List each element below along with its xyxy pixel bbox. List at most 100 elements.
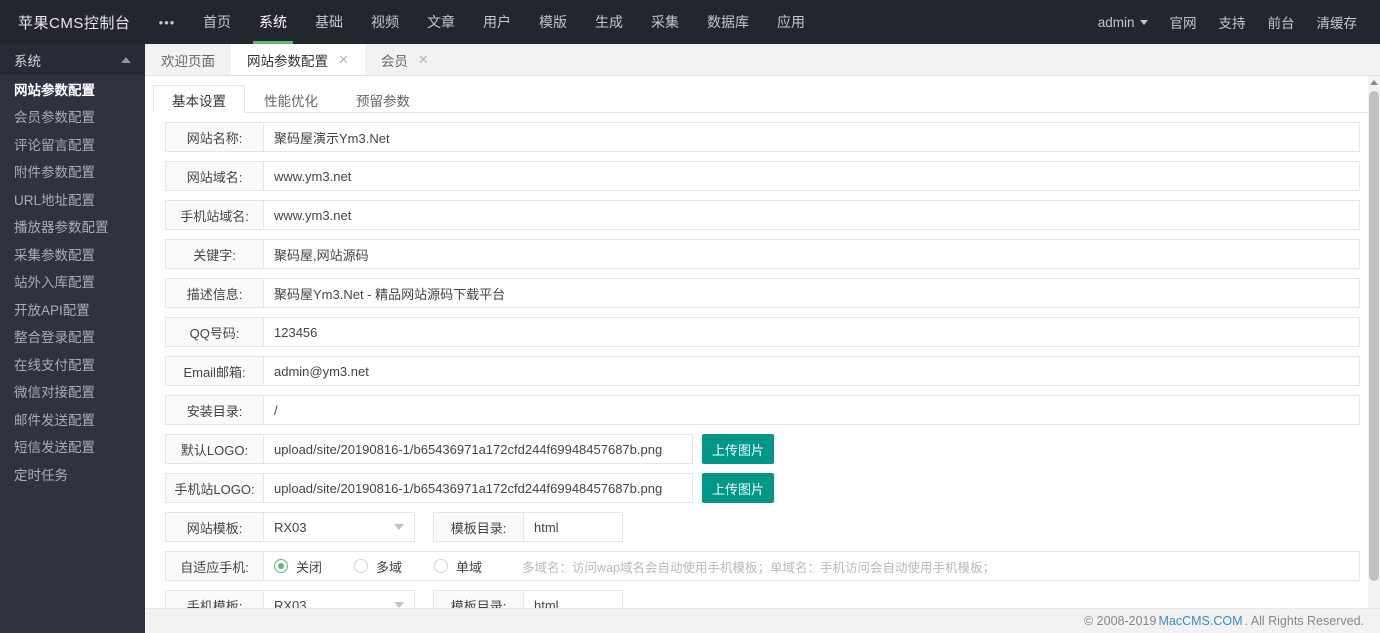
nav-item-database[interactable]: 数据库 (693, 0, 763, 44)
radio-adaptive-off[interactable]: 关闭 (274, 557, 322, 576)
form-row-mobile-domain: 手机站域名: www.ym3.net (165, 200, 1360, 230)
sidebar-item-integrated-login[interactable]: 整合登录配置 (0, 323, 145, 351)
input-install-dir[interactable]: / (263, 395, 1360, 425)
tab-member-label: 会员 (380, 53, 408, 69)
nav-item-collect[interactable]: 采集 (637, 0, 693, 44)
nav-official-site[interactable]: 官网 (1159, 0, 1208, 44)
nav-frontend[interactable]: 前台 (1257, 0, 1306, 44)
footer-copyright-prefix: © 2008-2019 (1084, 614, 1157, 628)
nav-item-generate[interactable]: 生成 (581, 0, 637, 44)
admin-console-page: 苹果CMS控制台 ••• 首页 系统 基础 视频 文章 用户 模版 生成 采集 … (0, 0, 1380, 633)
form-row-qq: QQ号码: 123456 (165, 317, 1360, 347)
footer-copyright-suffix: . All Rights Reserved. (1244, 614, 1365, 628)
scroll-up-icon[interactable] (1368, 76, 1380, 89)
radio-dot-icon (274, 559, 288, 573)
nav-item-system[interactable]: 系统 (245, 0, 301, 44)
nav-item-user[interactable]: 用户 (469, 0, 525, 44)
sidebar: 系统 网站参数配置 会员参数配置 评论留言配置 附件参数配置 URL地址配置 播… (0, 44, 145, 633)
nav-item-template[interactable]: 模版 (525, 0, 581, 44)
label-email: Email邮箱: (165, 356, 263, 386)
sidebar-item-site-params[interactable]: 网站参数配置 (0, 75, 145, 103)
label-site-domain: 网站域名: (165, 161, 263, 191)
top-navbar: 苹果CMS控制台 ••• 首页 系统 基础 视频 文章 用户 模版 生成 采集 … (0, 0, 1380, 44)
tab-performance[interactable]: 性能优化 (245, 85, 337, 113)
input-site-name[interactable]: 聚码屋演示Ym3.Net (263, 122, 1360, 152)
sidebar-item-comment-config[interactable]: 评论留言配置 (0, 130, 145, 158)
input-site-template-dir[interactable]: html (523, 512, 623, 542)
chevron-down-icon (1139, 19, 1148, 25)
form-row-install-dir: 安装目录: / (165, 395, 1360, 425)
navbar-right-menu: admin 官网 支持 前台 清缓存 (1087, 0, 1380, 44)
more-menu-icon[interactable]: ••• (145, 0, 189, 44)
nav-clear-cache[interactable]: 清缓存 (1306, 0, 1369, 44)
tab-member[interactable]: 会员 ✕ (364, 44, 445, 75)
sidebar-item-online-payment[interactable]: 在线支付配置 (0, 350, 145, 378)
sidebar-item-external-import[interactable]: 站外入库配置 (0, 268, 145, 296)
sidebar-item-open-api[interactable]: 开放API配置 (0, 295, 145, 323)
adaptive-mobile-hint: 多域名：访问wap域名会自动使用手机模板；单域名：手机访问会自动使用手机模板； (522, 560, 995, 575)
sidebar-item-member-params[interactable]: 会员参数配置 (0, 103, 145, 131)
input-qq[interactable]: 123456 (263, 317, 1360, 347)
form-row-site-template: 网站模板: RX03 模板目录: html (165, 512, 1360, 542)
scrollbar-thumb[interactable] (1369, 91, 1379, 581)
form-row-mobile-logo: 手机站LOGO: upload/site/20190816-1/b6543697… (165, 473, 1360, 503)
close-icon[interactable]: ✕ (338, 53, 349, 66)
nav-item-basic[interactable]: 基础 (301, 0, 357, 44)
sidebar-item-mail-send[interactable]: 邮件发送配置 (0, 405, 145, 433)
footer-maccms-link[interactable]: MacCMS.COM (1158, 614, 1242, 628)
brand-title[interactable]: 苹果CMS控制台 (0, 0, 145, 44)
chevron-down-icon (394, 524, 404, 530)
chevron-up-icon (121, 56, 131, 63)
content-panel: 基本设置 性能优化 预留参数 网站名称: 聚码屋演示Ym3.Net 网站域名: … (145, 76, 1380, 633)
nav-item-video[interactable]: 视频 (357, 0, 413, 44)
select-site-template-value: RX03 (274, 519, 307, 535)
sidebar-item-url-config[interactable]: URL地址配置 (0, 185, 145, 213)
sidebar-item-wechat[interactable]: 微信对接配置 (0, 378, 145, 406)
tab-welcome[interactable]: 欢迎页面 (145, 44, 231, 75)
sidebar-group-system[interactable]: 系统 (0, 44, 145, 75)
tab-basic-settings[interactable]: 基本设置 (153, 85, 245, 113)
footer: © 2008-2019 MacCMS.COM . All Rights Rese… (145, 608, 1380, 633)
upload-default-logo-button[interactable]: 上传图片 (702, 434, 774, 464)
nav-item-article[interactable]: 文章 (413, 0, 469, 44)
form-row-site-domain: 网站域名: www.ym3.net (165, 161, 1360, 191)
content-scrollbar[interactable] (1368, 76, 1380, 633)
label-description: 描述信息: (165, 278, 263, 308)
input-keywords[interactable]: 聚码屋,网站源码 (263, 239, 1360, 269)
input-default-logo[interactable]: upload/site/20190816-1/b65436971a172cfd2… (263, 434, 693, 464)
select-site-template[interactable]: RX03 (263, 512, 415, 542)
label-default-logo: 默认LOGO: (165, 434, 263, 464)
label-site-template-dir: 模板目录: (433, 512, 523, 542)
input-mobile-logo[interactable]: upload/site/20190816-1/b65436971a172cfd2… (263, 473, 693, 503)
sidebar-item-attachment-params[interactable]: 附件参数配置 (0, 158, 145, 186)
form-row-default-logo: 默认LOGO: upload/site/20190816-1/b65436971… (165, 434, 1360, 464)
user-menu[interactable]: admin (1087, 0, 1159, 44)
input-site-domain[interactable]: www.ym3.net (263, 161, 1360, 191)
form-row-site-name: 网站名称: 聚码屋演示Ym3.Net (165, 122, 1360, 152)
input-mobile-domain[interactable]: www.ym3.net (263, 200, 1360, 230)
label-mobile-logo: 手机站LOGO: (165, 473, 263, 503)
nav-support[interactable]: 支持 (1208, 0, 1257, 44)
form-row-adaptive-mobile: 自适应手机: 关闭 多域 单域 多域名：访问wap域名会自动使用手机模板；单域名… (165, 551, 1360, 581)
site-settings-form: 网站名称: 聚码屋演示Ym3.Net 网站域名: www.ym3.net 手机站… (145, 113, 1380, 633)
input-email[interactable]: admin@ym3.net (263, 356, 1360, 386)
radio-adaptive-singledomain[interactable]: 单域 (434, 557, 482, 576)
input-description[interactable]: 聚码屋Ym3.Net - 精品网站源码下载平台 (263, 278, 1360, 308)
sidebar-item-cron-task[interactable]: 定时任务 (0, 460, 145, 488)
tab-site-params[interactable]: 网站参数配置 ✕ (231, 44, 365, 75)
primary-nav: 首页 系统 基础 视频 文章 用户 模版 生成 采集 数据库 应用 (189, 0, 819, 44)
form-row-keywords: 关键字: 聚码屋,网站源码 (165, 239, 1360, 269)
tab-strip: 欢迎页面 网站参数配置 ✕ 会员 ✕ (145, 44, 1380, 76)
radio-adaptive-singledomain-label: 单域 (456, 559, 483, 575)
upload-mobile-logo-button[interactable]: 上传图片 (702, 473, 774, 503)
nav-item-home[interactable]: 首页 (189, 0, 245, 44)
tab-reserved-params[interactable]: 预留参数 (337, 85, 429, 113)
close-icon[interactable]: ✕ (418, 53, 429, 66)
sidebar-item-sms-send[interactable]: 短信发送配置 (0, 433, 145, 461)
radio-adaptive-multidomain[interactable]: 多域 (354, 557, 402, 576)
label-qq: QQ号码: (165, 317, 263, 347)
sidebar-item-player-params[interactable]: 播放器参数配置 (0, 213, 145, 241)
sidebar-item-collect-params[interactable]: 采集参数配置 (0, 240, 145, 268)
nav-item-app[interactable]: 应用 (763, 0, 819, 44)
radio-adaptive-multidomain-label: 多域 (376, 559, 403, 575)
